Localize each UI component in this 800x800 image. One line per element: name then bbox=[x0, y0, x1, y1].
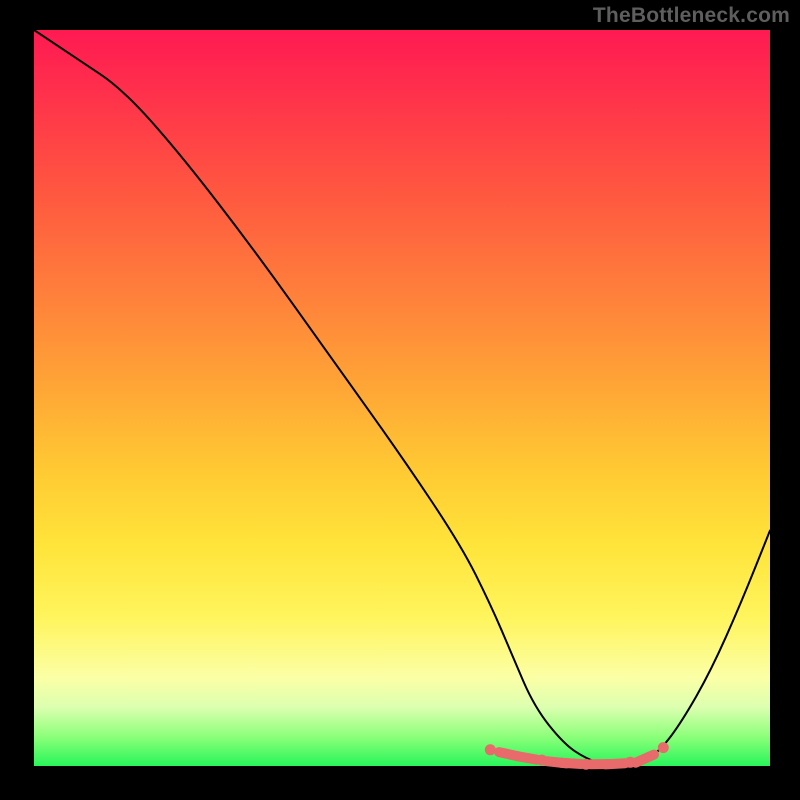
marker-dash bbox=[561, 763, 581, 764]
marker-dot bbox=[485, 744, 496, 755]
marker-dash bbox=[636, 755, 654, 763]
chart-frame: TheBottleneck.com bbox=[0, 0, 800, 800]
watermark-text: TheBottleneck.com bbox=[593, 4, 790, 28]
curve-layer bbox=[34, 30, 770, 766]
bottleneck-curve bbox=[34, 30, 770, 766]
optimal-band-markers bbox=[485, 742, 669, 770]
plot-area bbox=[34, 30, 770, 766]
marker-dash bbox=[517, 756, 537, 760]
marker-dash bbox=[606, 763, 626, 764]
marker-dot bbox=[658, 742, 669, 753]
